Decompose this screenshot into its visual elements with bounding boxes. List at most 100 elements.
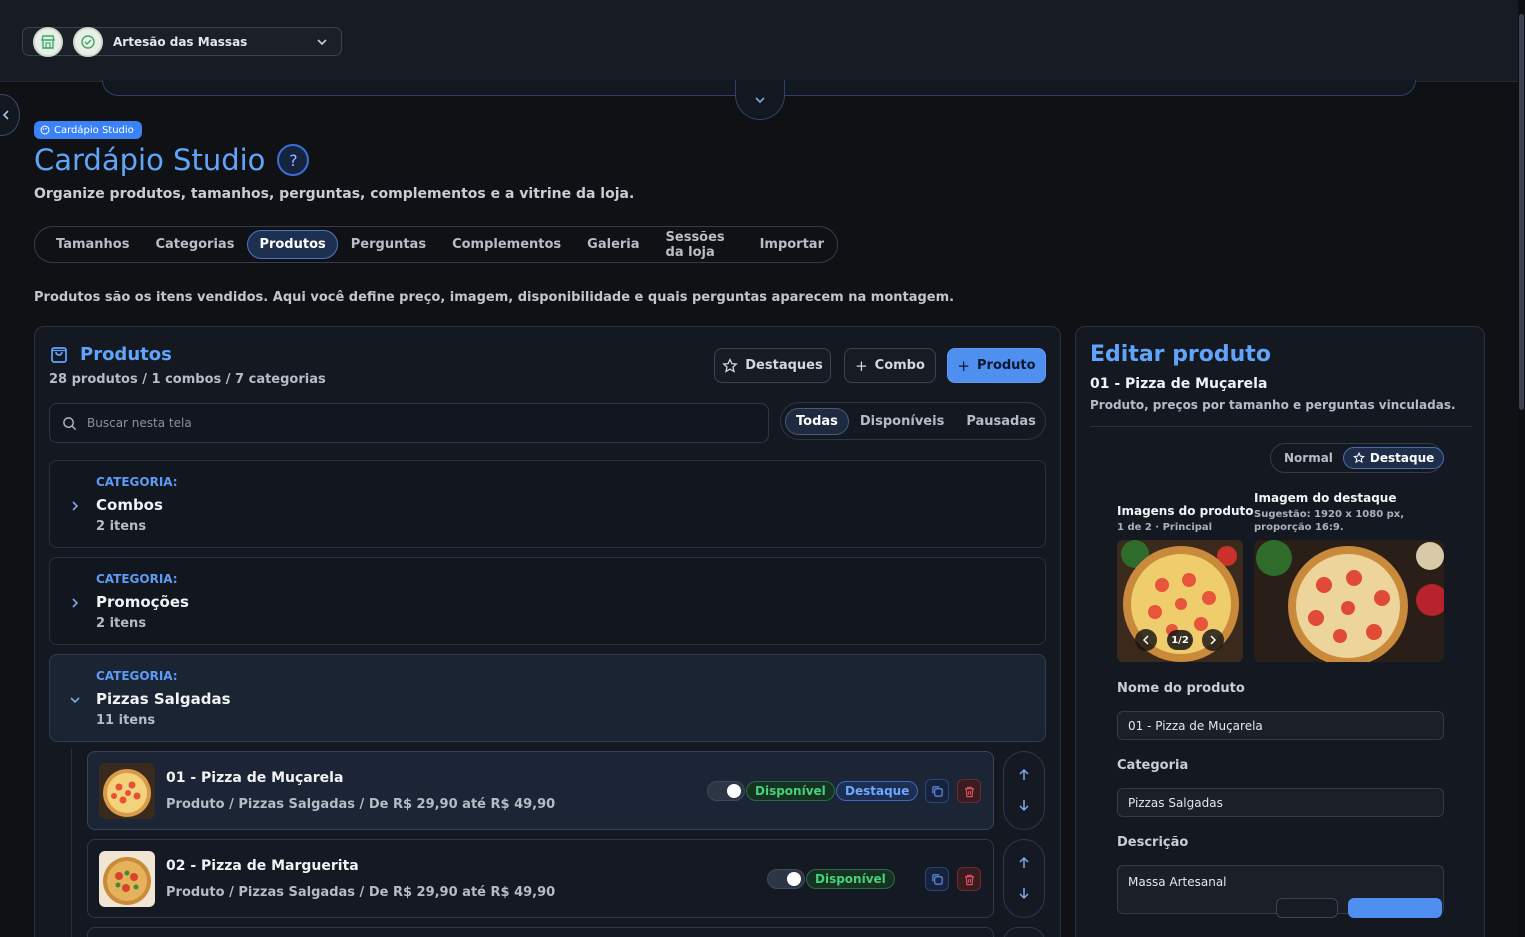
filter-disponiveis[interactable]: Disponíveis: [849, 408, 955, 435]
product-images-note: 1 de 2 · Principal: [1117, 522, 1213, 533]
highlight-image-note: Sugestão: 1920 x 1080 px,: [1254, 509, 1405, 520]
category-count: 2 itens: [96, 519, 147, 534]
category-select[interactable]: Pizzas Salgadas: [1117, 788, 1444, 817]
chevron-right-icon: [72, 598, 79, 608]
product-name-input[interactable]: 01 - Pizza de Muçarela: [1117, 711, 1444, 740]
carousel-counter: 1/2: [1167, 630, 1193, 650]
product-thumbnail: [99, 763, 155, 819]
filter-pausadas[interactable]: Pausadas: [955, 408, 1047, 435]
chevron-left-icon: [1142, 635, 1149, 645]
carousel-next-button[interactable]: [1202, 629, 1224, 651]
trash-icon: [964, 874, 974, 885]
search-input[interactable]: [87, 416, 768, 430]
highlight-image[interactable]: [1254, 540, 1444, 662]
chevron-right-icon: [72, 501, 79, 511]
product-name: 02 - Pizza de Marguerita: [166, 858, 359, 874]
tab-categorias[interactable]: Categorias: [142, 230, 247, 259]
highlight-badge: Destaque: [836, 781, 919, 801]
availability-toggle[interactable]: [767, 869, 805, 889]
tab-sessoes-da-loja[interactable]: Sessões da loja: [653, 223, 747, 267]
product-row[interactable]: 01 - Pizza de Muçarela Produto / Pizzas …: [87, 751, 994, 830]
category-name: Combos: [96, 496, 163, 514]
highlight-image-label: Imagem do destaque: [1254, 491, 1397, 505]
delete-button[interactable]: [957, 779, 981, 803]
page-title: Cardápio Studio ?: [34, 143, 310, 177]
top-bar: Artesão das Massas: [0, 0, 1518, 82]
plus-icon: +: [855, 356, 868, 375]
status-badge: Disponível: [806, 869, 895, 889]
category-label: CATEGORIA:: [96, 669, 178, 683]
add-combo-button[interactable]: + Combo: [844, 348, 936, 383]
page-subtitle: Organize produtos, tamanhos, perguntas, …: [34, 186, 635, 202]
status-badge: Disponível: [746, 781, 835, 801]
add-product-button[interactable]: + Produto: [947, 348, 1046, 383]
expand-header-button[interactable]: [735, 80, 785, 120]
arrow-up-icon[interactable]: [1018, 768, 1030, 782]
arrow-down-icon[interactable]: [1018, 886, 1030, 900]
product-meta: Produto / Pizzas Salgadas / De R$ 29,90 …: [166, 797, 556, 812]
question-icon: ?: [289, 150, 298, 170]
description-label: Descrição: [1117, 835, 1189, 850]
category-label: CATEGORIA:: [96, 572, 178, 586]
product-thumbnail: [99, 851, 155, 907]
edit-panel-subtitle: Produto, preços por tamanho e perguntas …: [1090, 398, 1456, 412]
star-icon: [1352, 452, 1365, 464]
availability-filter: Todas Disponíveis Pausadas: [780, 402, 1046, 440]
category-name: Pizzas Salgadas: [96, 690, 231, 708]
tab-galeria[interactable]: Galeria: [574, 230, 652, 259]
sidebar-toggle-button[interactable]: [0, 94, 20, 136]
reorder-control: [1003, 927, 1045, 937]
copy-icon: [931, 785, 943, 797]
category-name: Promoções: [96, 593, 189, 611]
cancel-button[interactable]: [1276, 898, 1338, 918]
edit-product-panel: Editar produto 01 - Pizza de Muçarela Pr…: [1075, 326, 1485, 937]
category-promocoes[interactable]: CATEGORIA: Promoções 2 itens: [49, 557, 1046, 645]
help-button[interactable]: ?: [277, 144, 310, 176]
mode-destaque[interactable]: Destaque: [1342, 447, 1445, 469]
edit-product-name: 01 - Pizza de Muçarela: [1090, 376, 1268, 392]
delete-button[interactable]: [957, 867, 981, 891]
product-images-label: Imagens do produto: [1117, 504, 1254, 518]
section-tabs: Tamanhos Categorias Produtos Perguntas C…: [34, 226, 838, 263]
highlight-image-note-2: proporção 16:9.: [1254, 522, 1344, 533]
category-combos[interactable]: CATEGORIA: Combos 2 itens: [49, 460, 1046, 548]
products-summary: 28 produtos / 1 combos / 7 categorias: [49, 372, 326, 387]
display-mode-switch: Normal Destaque: [1270, 443, 1445, 473]
page-scrollbar-thumb[interactable]: [1519, 14, 1524, 410]
store-selector[interactable]: Artesão das Massas: [22, 26, 342, 57]
carousel-prev-button[interactable]: [1135, 629, 1157, 651]
toggle-knob: [787, 872, 801, 886]
tab-perguntas[interactable]: Perguntas: [338, 230, 439, 259]
tab-importar[interactable]: Importar: [747, 230, 837, 259]
chevron-right-icon: [1210, 635, 1217, 645]
store-icon: [33, 26, 63, 57]
mode-normal[interactable]: Normal: [1274, 447, 1343, 469]
duplicate-button[interactable]: [925, 779, 949, 803]
duplicate-button[interactable]: [925, 867, 949, 891]
chevron-down-icon: [755, 96, 765, 103]
arrow-down-icon[interactable]: [1018, 798, 1030, 812]
arrow-up-icon[interactable]: [1018, 856, 1030, 870]
copy-icon: [931, 873, 943, 885]
category-count: 2 itens: [96, 616, 147, 631]
save-button[interactable]: [1348, 898, 1442, 918]
divider: [1090, 426, 1472, 427]
availability-toggle[interactable]: [707, 781, 745, 801]
chevron-down-icon: [70, 697, 80, 704]
tab-tamanhos[interactable]: Tamanhos: [43, 230, 142, 259]
product-image-carousel[interactable]: 1/2: [1117, 540, 1243, 662]
product-name: 01 - Pizza de Muçarela: [166, 770, 344, 786]
product-meta: Produto / Pizzas Salgadas / De R$ 29,90 …: [166, 885, 556, 900]
products-panel-title: Produtos: [49, 344, 172, 365]
filter-todas[interactable]: Todas: [785, 407, 849, 435]
category-pizzas-salgadas[interactable]: CATEGORIA: Pizzas Salgadas 11 itens: [49, 654, 1046, 742]
product-row[interactable]: [87, 927, 994, 937]
product-row[interactable]: 02 - Pizza de Marguerita Produto / Pizza…: [87, 839, 994, 918]
edit-panel-title: Editar produto: [1090, 342, 1271, 367]
search-box: [49, 403, 769, 443]
highlights-button[interactable]: Destaques: [714, 348, 831, 383]
chevron-left-icon: [2, 110, 9, 120]
plus-icon: +: [957, 356, 970, 375]
tab-produtos[interactable]: Produtos: [247, 230, 338, 259]
tab-complementos[interactable]: Complementos: [439, 230, 574, 259]
